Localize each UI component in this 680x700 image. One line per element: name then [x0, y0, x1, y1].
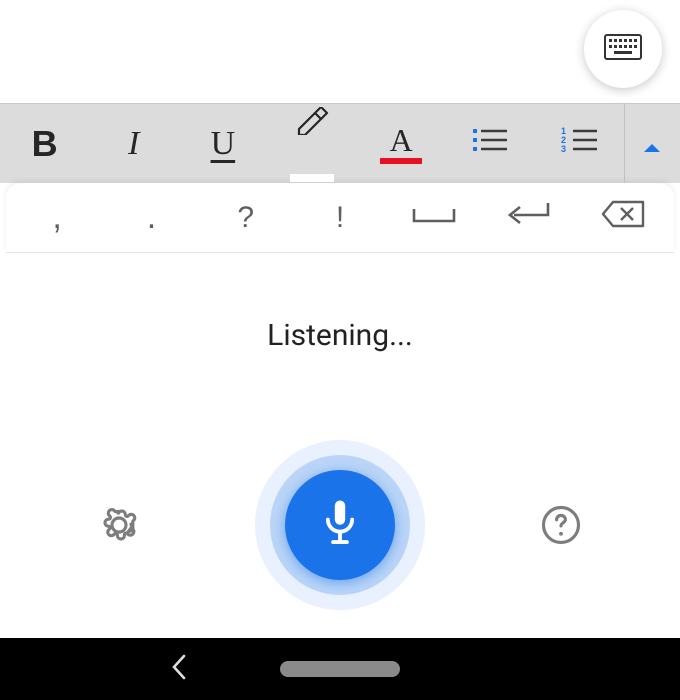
back-chevron-icon [170, 665, 188, 684]
enter-icon [506, 201, 552, 235]
keyboard-toggle-fab[interactable] [584, 10, 662, 88]
bold-button[interactable]: B [0, 104, 89, 183]
caret-up-icon [642, 125, 662, 163]
help-circle-icon [540, 531, 582, 550]
font-color-swatch [380, 158, 422, 164]
dictation-controls-row [0, 440, 680, 610]
numbered-list-button[interactable]: 123 [535, 104, 624, 183]
italic-button[interactable]: I [89, 104, 178, 183]
highlight-color-swatch [290, 174, 334, 182]
android-home-pill[interactable] [280, 661, 400, 677]
space-icon [412, 201, 456, 235]
exclamation-button[interactable]: ! [293, 183, 387, 252]
formatting-toolbar: B I U A [0, 103, 680, 183]
dictation-panel: Listening... [0, 253, 680, 638]
android-nav-bar [0, 638, 680, 700]
dictation-status-text: Listening... [267, 318, 413, 353]
numbered-list-icon: 123 [559, 125, 599, 163]
punctuation-toolbar: , . ? ! [6, 183, 674, 253]
toolbar-expand-button[interactable] [624, 104, 680, 183]
android-back-button[interactable] [170, 654, 188, 684]
highlighter-icon [295, 106, 329, 144]
font-color-button[interactable]: A [357, 104, 446, 183]
keyboard-icon [604, 34, 642, 64]
bulleted-list-button[interactable] [446, 104, 535, 183]
dictation-settings-button[interactable] [98, 504, 140, 546]
microphone-button-wrap [255, 440, 425, 610]
backspace-button[interactable] [576, 183, 670, 252]
comma-button[interactable]: , [10, 183, 104, 252]
underline-button[interactable]: U [178, 104, 267, 183]
microphone-button[interactable] [285, 470, 395, 580]
highlight-color-button[interactable] [267, 104, 356, 183]
space-button[interactable] [387, 183, 481, 252]
document-canvas-area [0, 0, 680, 103]
backspace-icon [601, 200, 645, 236]
font-color-glyph: A [390, 124, 413, 156]
enter-button[interactable] [481, 183, 575, 252]
gear-icon [98, 531, 140, 550]
question-button[interactable]: ? [199, 183, 293, 252]
period-button[interactable]: . [104, 183, 198, 252]
svg-text:3: 3 [561, 144, 566, 154]
microphone-icon [319, 497, 361, 553]
bulleted-list-icon [471, 125, 509, 163]
dictation-help-button[interactable] [540, 504, 582, 546]
